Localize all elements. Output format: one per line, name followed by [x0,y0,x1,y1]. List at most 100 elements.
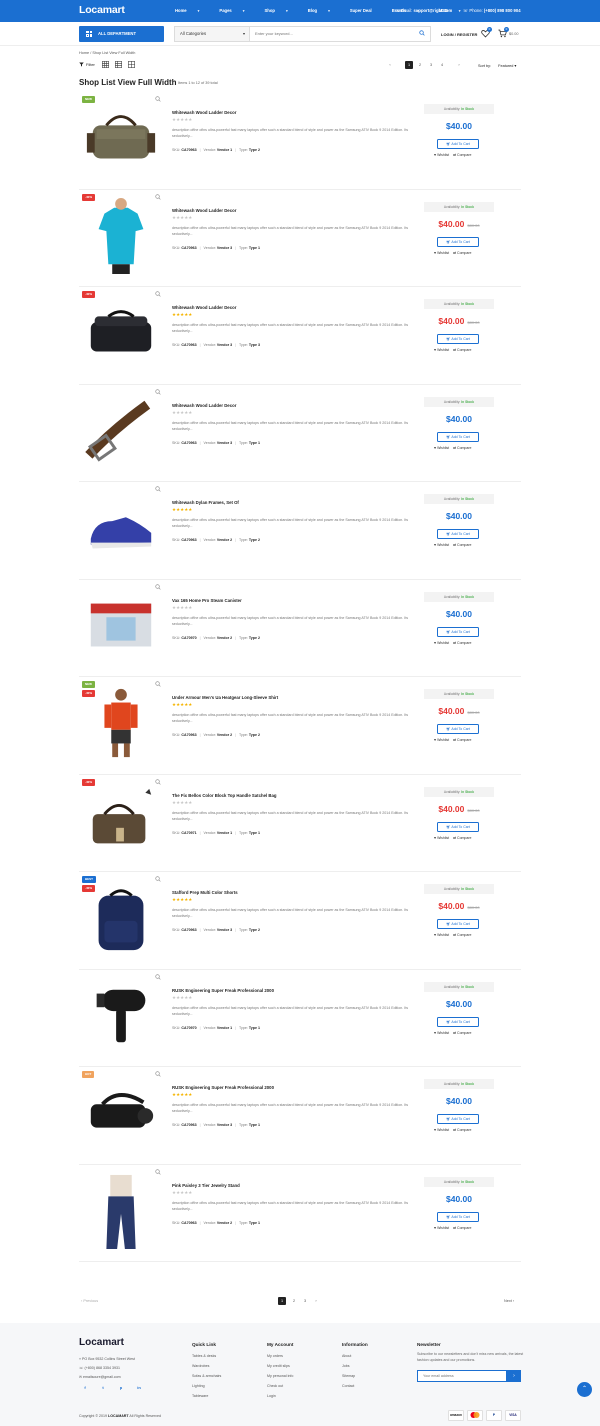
wishlist-link[interactable]: ♥ Wishlist [434,836,449,840]
wishlist-link[interactable]: ♥ Wishlist [434,738,449,742]
compare-link[interactable]: ⇄ Compare [453,251,471,255]
next-link[interactable]: Next › [504,1299,514,1303]
zoom-icon[interactable] [155,778,161,785]
previous-link[interactable]: ‹ Previous [81,1299,98,1303]
product-title[interactable]: The Fix Bellos Color Block Top Handle Sa… [172,793,277,798]
compact-view-icon[interactable] [128,61,135,68]
footer-link[interactable]: Tables & desks [192,1354,216,1358]
zoom-icon[interactable] [155,1168,161,1175]
compare-link[interactable]: ⇄ Compare [453,348,471,352]
compare-link[interactable]: ⇄ Compare [453,543,471,547]
breadcrumb-home[interactable]: Home [79,51,89,55]
hair-dryer-icon[interactable] [83,976,159,1056]
product-title[interactable]: Whitewash Wood Ladder Decor [172,110,236,115]
vendor-value[interactable]: Vendor 1 [217,1026,232,1030]
add-to-cart-button[interactable]: 🛒︎ Add To Cart [437,626,479,637]
pagination-next-icon[interactable]: › [312,1297,320,1305]
footer-link[interactable]: My credit slips [267,1364,290,1368]
wishlist-link[interactable]: ♥ Wishlist [434,1031,449,1035]
type-value[interactable]: Type 2 [249,636,260,640]
nav-item-blog[interactable]: Blog ▾ [308,8,340,13]
pagination-page[interactable]: 3 [301,1297,309,1305]
footer-link[interactable]: Jobs [342,1364,350,1368]
vendor-value[interactable]: Vendor 2 [217,636,232,640]
type-value[interactable]: Type 1 [249,1221,260,1225]
vendor-value[interactable]: Vendor 3 [217,441,232,445]
wishlist-link[interactable]: ♥ Wishlist [434,1226,449,1230]
all-department-button[interactable]: ALL DEPARTMENT [79,25,164,42]
sort-select[interactable]: Sort by: Featured ▾ [478,63,516,68]
footer-link[interactable]: Check out [267,1384,283,1388]
vr-headset-icon[interactable] [83,1073,159,1153]
vendor-value[interactable]: Vendor 3 [217,928,232,932]
pagination-page[interactable]: 1 [278,1297,286,1305]
add-to-cart-button[interactable]: 🛒︎ Add To Cart [437,334,479,344]
footer-link[interactable]: Login [267,1394,276,1398]
type-value[interactable]: Type 1 [249,246,260,250]
type-value[interactable]: Type 2 [249,928,260,932]
compare-link[interactable]: ⇄ Compare [453,446,471,450]
box-icon[interactable] [83,586,159,666]
product-title[interactable]: Whitewash Wood Ladder Decor [172,305,236,310]
pagination-page[interactable]: 2 [290,1297,298,1305]
zoom-icon[interactable] [155,973,161,980]
pagination-next-icon[interactable]: › [455,61,463,69]
zoom-icon[interactable] [155,96,161,102]
zoom-icon[interactable] [155,583,161,590]
tshirt-icon[interactable] [83,196,159,276]
pagination-page[interactable]: 2 [416,61,424,69]
jeans-icon[interactable] [83,1171,159,1251]
newsletter-submit-button[interactable]: › [507,1370,521,1382]
footer-link[interactable]: Wardrobes [192,1364,209,1368]
add-to-cart-button[interactable]: 🛒︎ Add To Cart [437,139,479,149]
footer-link[interactable]: My orders [267,1354,283,1358]
footer-logo[interactable]: Locamart [79,1337,124,1348]
vendor-value[interactable]: Vendor 2 [217,538,232,542]
add-to-cart-button[interactable]: 🛒︎ Add To Cart [437,1016,479,1027]
compare-link[interactable]: ⇄ Compare [453,1226,471,1230]
type-value[interactable]: Type 2 [249,733,260,737]
filter-button[interactable]: Filter [79,62,95,67]
add-to-cart-button[interactable]: 🛒︎ Add To Cart [437,236,479,247]
wishlist-link[interactable]: ♥ Wishlist [434,933,449,937]
vendor-value[interactable]: Vendor 3 [217,1123,232,1127]
linkedin-icon[interactable]: in [136,1385,142,1391]
site-logo[interactable]: Locamart [79,4,125,16]
footer-link[interactable]: Sitemap [342,1374,355,1378]
belt-icon[interactable] [83,391,159,471]
wishlist-link[interactable]: ♥ Wishlist [434,641,449,645]
add-to-cart-button[interactable]: 🛒︎ Add To Cart [437,724,479,734]
zoom-icon[interactable] [155,388,161,395]
compare-link[interactable]: ⇄ Compare [453,1128,471,1132]
product-title[interactable]: Vax 165 Home Pro Steam Canister [172,598,242,603]
pagination-page[interactable]: 1 [405,61,413,69]
duffel-bag-icon[interactable] [83,98,159,178]
type-value[interactable]: Type 1 [249,441,260,445]
pagination-page[interactable]: 3 [427,61,435,69]
zoom-icon[interactable] [155,291,161,297]
product-title[interactable]: RUSK Engineering Super Freak Professiona… [172,988,274,993]
login-register-link[interactable]: LOGIN / REGISTER [441,32,477,37]
vendor-value[interactable]: Vendor 3 [217,343,232,347]
wishlist-link[interactable]: ♥ Wishlist [434,348,449,352]
add-to-cart-button[interactable]: 🛒︎ Add To Cart [437,821,479,832]
compare-link[interactable]: ⇄ Compare [453,933,471,937]
list-view-icon[interactable] [115,61,122,68]
footer-link[interactable]: Sofas & armchairs [192,1374,221,1378]
add-to-cart-button[interactable]: 🛒︎ Add To Cart [437,431,479,442]
compare-link[interactable]: ⇄ Compare [453,641,471,645]
wishlist-link[interactable]: ♥ Wishlist [434,1128,449,1132]
shoe-icon[interactable] [83,488,159,568]
footer-link[interactable]: Lighting [192,1384,205,1388]
add-to-cart-button[interactable]: 🛒︎ Add To Cart [437,529,479,539]
zoom-icon[interactable] [155,486,161,492]
nav-item-pages[interactable]: Pages ▾ [219,8,254,13]
twitter-icon[interactable]: t [100,1385,106,1391]
category-select[interactable]: All Categories ▾ [175,26,250,41]
facebook-icon[interactable]: f [82,1385,88,1391]
vendor-value[interactable]: Vendor 2 [217,733,232,737]
search-input[interactable] [255,29,405,38]
wishlist-link[interactable]: ♥ Wishlist [434,251,449,255]
compare-link[interactable]: ⇄ Compare [453,153,471,157]
compare-link[interactable]: ⇄ Compare [453,836,471,840]
